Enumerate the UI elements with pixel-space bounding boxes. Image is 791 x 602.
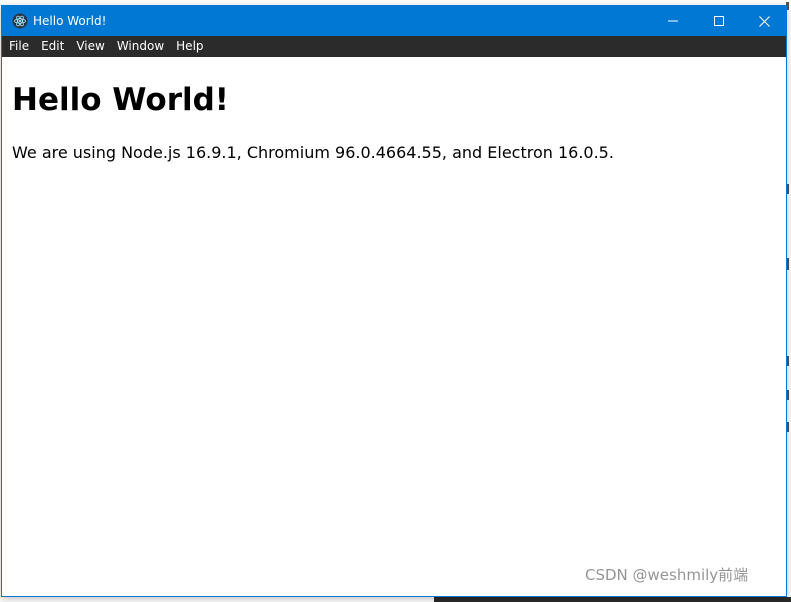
background-taskbar-edge [0, 597, 791, 602]
electron-icon [12, 13, 28, 29]
title-bar[interactable]: Hello World! [2, 6, 786, 36]
maximize-icon [714, 16, 724, 26]
menu-file[interactable]: File [2, 36, 35, 57]
maximize-button[interactable] [696, 6, 742, 36]
watermark: CSDN @weshmily前端 [585, 566, 749, 584]
page-content: Hello World! We are using Node.js 16.9.1… [2, 57, 786, 596]
menu-view[interactable]: View [70, 36, 110, 57]
background-dark-area [434, 597, 791, 602]
menu-bar: File Edit View Window Help [2, 36, 786, 57]
minimize-button[interactable] [650, 6, 696, 36]
close-button[interactable] [741, 6, 786, 36]
menu-edit[interactable]: Edit [35, 36, 70, 57]
window-title: Hello World! [33, 14, 107, 28]
close-icon [758, 15, 770, 27]
app-window: Hello World! File Edit View Window Help [1, 5, 787, 597]
version-info-text: We are using Node.js 16.9.1, Chromium 96… [12, 143, 614, 162]
page-heading: Hello World! [12, 82, 229, 118]
menu-window[interactable]: Window [111, 36, 170, 57]
minimize-icon [668, 16, 678, 26]
menu-help[interactable]: Help [170, 36, 209, 57]
